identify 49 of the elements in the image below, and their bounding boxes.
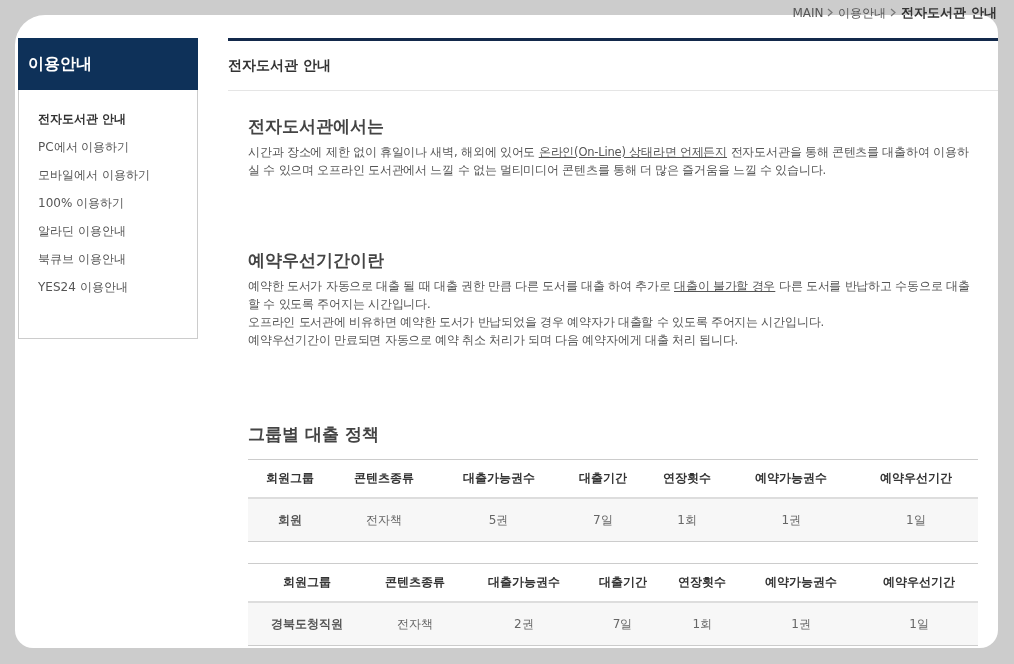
column-header: 대출기간 — [582, 563, 663, 602]
column-header: 예약우선기간 — [860, 563, 978, 602]
column-header: 콘텐츠종류 — [332, 459, 437, 498]
page-title: 전자도서관 안내 — [228, 56, 331, 75]
sidebar-item[interactable]: 북큐브 이용안내 — [38, 245, 197, 273]
sidebar-item[interactable]: 100% 이용하기 — [38, 189, 197, 217]
table-cell: 1회 — [662, 602, 743, 646]
table-cell: 회원 — [248, 498, 333, 542]
breadcrumb-link[interactable]: 이용안내 — [838, 4, 887, 22]
column-header: 회원그룹 — [248, 563, 366, 602]
table-cell: 7일 — [582, 602, 663, 646]
sidebar-item[interactable]: 알라딘 이용안내 — [38, 217, 197, 245]
sidebar-item[interactable]: PC에서 이용하기 — [38, 133, 197, 161]
section-heading: 예약우선기간이란 — [248, 249, 385, 272]
table-cell: 전자책 — [365, 602, 465, 646]
paragraph: 시간과 장소에 제한 없이 휴일이나 새벽, 해외에 있어도 온라인(On-Line) 상태라면 언제든지 전자도서관을 통해 콘텐츠를 대출하여 이용하실 수 있으며 오프라인 도서관에서 느낄 수 없는 멀티미디어 콘텐츠를 통해 더 많은 즐거움을 느낄 수 있습니다. — [248, 144, 970, 179]
column-header: 콘텐츠종류 — [365, 563, 465, 602]
breadcrumb-current: 전자도서관 안내 — [901, 4, 997, 22]
sidebar-item[interactable]: YES24 이용안내 — [38, 273, 197, 301]
table-cell: 경북도청직원 — [248, 602, 366, 646]
section-heading: 그룹별 대출 정책 — [248, 423, 380, 446]
table-cell: 1일 — [860, 602, 978, 646]
table-cell: 1권 — [742, 602, 860, 646]
table-cell: 1회 — [644, 498, 730, 542]
table-cell: 7일 — [560, 498, 645, 542]
column-header: 예약우선기간 — [853, 459, 978, 498]
table-cell: 2권 — [464, 602, 583, 646]
paragraph: 예약한 도서가 자동으로 대출 될 때 대출 권한 만큼 다른 도서를 대출 하여 추가로 대출이 불가할 경우 다른 도서를 반납하고 수동으로 대출 할 수 있도록 주어지는 시간입니다. — [248, 278, 971, 313]
column-header: 대출가능권수 — [436, 459, 561, 498]
column-header: 대출기간 — [560, 459, 645, 498]
sidebar-item[interactable]: 모바일에서 이용하기 — [38, 161, 197, 189]
text-link[interactable]: 대출이 불가할 경우 — [674, 279, 776, 293]
column-header: 회원그룹 — [248, 459, 333, 498]
text-link[interactable]: 온라인(On-Line) 상태라면 언제든지 — [538, 145, 728, 159]
paragraph: 오프라인 도서관에 비유하면 예약한 도서가 반납되었을 경우 예약자가 대출할 수 있도록 주어지는 시간입니다. — [248, 314, 825, 331]
table-cell: 5권 — [436, 498, 561, 542]
section-heading: 전자도서관에서는 — [248, 115, 385, 138]
table-cell: 전자책 — [332, 498, 437, 542]
column-header: 예약가능권수 — [742, 563, 860, 602]
table-cell: 1권 — [729, 498, 854, 542]
breadcrumb-link[interactable]: MAIN — [792, 6, 824, 20]
sidebar-title: 이용안내 — [18, 38, 198, 90]
paragraph: 예약우선기간이 만료되면 자동으로 예약 취소 처리가 되며 다음 예약자에게 대출 처리 됩니다. — [248, 332, 739, 349]
column-header: 예약가능권수 — [729, 459, 854, 498]
column-header: 연장횟수 — [644, 459, 730, 498]
sidebar-item[interactable]: 전자도서관 안내 — [38, 105, 197, 133]
column-header: 연장횟수 — [662, 563, 743, 602]
table-cell: 1일 — [853, 498, 978, 542]
column-header: 대출가능권수 — [464, 563, 583, 602]
